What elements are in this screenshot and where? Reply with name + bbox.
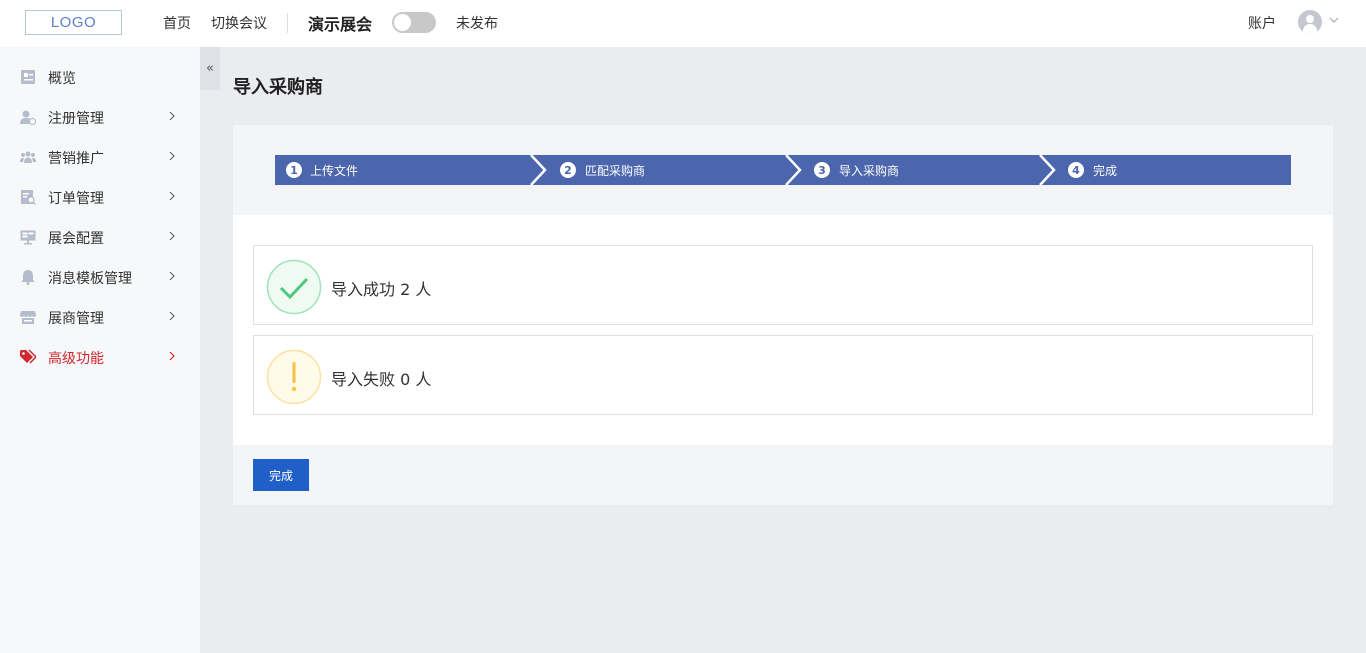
sidebar-item-message-templates[interactable]: 消息模板管理 xyxy=(0,257,200,297)
sidebar-item-overview[interactable]: 概览 xyxy=(0,57,200,97)
toggle-knob xyxy=(394,14,411,31)
chevron-right-icon xyxy=(169,271,175,281)
step-number: 4 xyxy=(1068,162,1084,178)
overview-icon xyxy=(20,69,36,85)
sidebar-item-label: 营销推广 xyxy=(48,151,104,167)
monitor-icon xyxy=(20,229,36,245)
chevron-right-icon xyxy=(169,231,175,241)
sidebar-collapse-button[interactable]: « xyxy=(200,47,220,90)
step-number: 1 xyxy=(286,162,302,178)
chevron-right-icon xyxy=(169,191,175,201)
chevron-right-icon xyxy=(169,111,175,121)
bell-icon xyxy=(20,269,36,285)
sidebar-item-label: 展商管理 xyxy=(48,311,104,327)
sidebar-item-label: 消息模板管理 xyxy=(48,271,132,287)
done-button[interactable]: 完成 xyxy=(253,459,309,491)
step-number: 3 xyxy=(814,162,830,178)
sidebar-item-exhibitors[interactable]: 展商管理 xyxy=(0,297,200,337)
chevron-right-icon xyxy=(169,311,175,321)
step-progress: 1 上传文件 2 匹配采购商 3 导入采购商 4 完成 xyxy=(275,155,1291,185)
step-label: 上传文件 xyxy=(310,164,359,178)
sidebar-item-label: 展会配置 xyxy=(48,231,104,247)
expo-name: 演示展会 xyxy=(308,15,373,34)
user-register-icon xyxy=(20,109,36,125)
chevron-down-icon[interactable] xyxy=(1328,14,1340,26)
sidebar-item-orders[interactable]: 订单管理 xyxy=(0,177,200,217)
fail-result-box: 导入失败 0 人 xyxy=(253,335,1313,415)
group-icon xyxy=(20,149,36,165)
nav-switch-meeting-link[interactable]: 切换会议 xyxy=(211,13,267,33)
avatar[interactable] xyxy=(1298,10,1322,34)
account-link[interactable]: 账户 xyxy=(1248,13,1276,33)
warning-circle-icon xyxy=(266,349,322,405)
step-number: 2 xyxy=(560,162,576,178)
page-title: 导入采购商 xyxy=(233,77,323,98)
publish-toggle[interactable] xyxy=(392,12,436,33)
sidebar-item-label: 高级功能 xyxy=(48,351,104,367)
fail-text: 导入失败 0 人 xyxy=(331,370,432,389)
sidebar-item-advanced[interactable]: 高级功能 xyxy=(0,337,200,377)
step-label: 导入采购商 xyxy=(839,164,900,178)
step-bar xyxy=(275,155,1291,185)
sidebar-item-label: 注册管理 xyxy=(48,111,104,127)
publish-status: 未发布 xyxy=(456,16,498,32)
check-circle-icon xyxy=(266,259,322,315)
chevron-right-icon xyxy=(169,151,175,161)
store-icon xyxy=(20,309,36,325)
nav-home-link[interactable]: 首页 xyxy=(163,13,191,33)
sidebar-item-register[interactable]: 注册管理 xyxy=(0,97,200,137)
chevron-right-icon xyxy=(169,351,175,361)
top-header: LOGO 首页 切换会议 演示展会 未发布 账户 xyxy=(0,0,1366,47)
import-card: 1 上传文件 2 匹配采购商 3 导入采购商 4 完成 导入成功 2 人 导入失… xyxy=(233,125,1333,505)
sidebar-item-label: 订单管理 xyxy=(48,191,104,207)
sidebar-item-label: 概览 xyxy=(48,71,76,87)
sidebar-item-expo-config[interactable]: 展会配置 xyxy=(0,217,200,257)
step-label: 完成 xyxy=(1093,164,1118,178)
tag-icon xyxy=(20,349,36,365)
nav-divider xyxy=(287,13,288,33)
order-icon xyxy=(20,189,36,205)
success-text: 导入成功 2 人 xyxy=(331,280,432,299)
logo: LOGO xyxy=(25,10,122,35)
sidebar-item-marketing[interactable]: 营销推广 xyxy=(0,137,200,177)
sidebar: 概览 注册管理 营销推广 订单管理 展会配置 消息模板管理 展商管理 高级功能 xyxy=(0,47,200,653)
step-label: 匹配采购商 xyxy=(585,164,646,178)
success-result-box: 导入成功 2 人 xyxy=(253,245,1313,325)
steps-band: 1 上传文件 2 匹配采购商 3 导入采购商 4 完成 xyxy=(233,125,1333,215)
footer-band: 完成 xyxy=(233,445,1333,505)
